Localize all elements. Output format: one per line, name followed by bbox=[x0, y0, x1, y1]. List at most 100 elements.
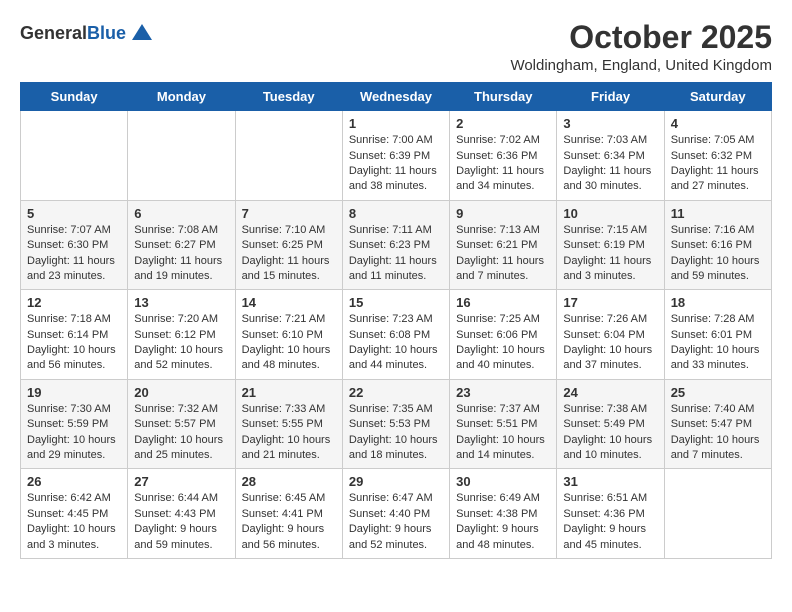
day-number: 26 bbox=[27, 474, 121, 489]
day-info: Sunrise: 7:26 AM Sunset: 6:04 PM Dayligh… bbox=[563, 312, 657, 374]
weekday-header-monday: Monday bbox=[128, 83, 235, 111]
day-number: 23 bbox=[456, 385, 550, 400]
day-number: 16 bbox=[456, 295, 550, 310]
calendar-cell: 17 Sunrise: 7:26 AM Sunset: 6:04 PM Dayli… bbox=[557, 290, 664, 380]
day-number: 14 bbox=[242, 295, 336, 310]
calendar-cell: 18 Sunrise: 7:28 AM Sunset: 6:01 PM Dayli… bbox=[664, 290, 771, 380]
day-number: 13 bbox=[134, 295, 228, 310]
calendar-cell: 20 Sunrise: 7:32 AM Sunset: 5:57 PM Dayli… bbox=[128, 379, 235, 469]
calendar-cell: 1 Sunrise: 7:00 AM Sunset: 6:39 PM Daylig… bbox=[342, 111, 449, 201]
day-info: Sunrise: 7:16 AM Sunset: 6:16 PM Dayligh… bbox=[671, 223, 765, 285]
day-info: Sunrise: 7:37 AM Sunset: 5:51 PM Dayligh… bbox=[456, 402, 550, 464]
calendar-cell: 28 Sunrise: 6:45 AM Sunset: 4:41 PM Dayli… bbox=[235, 469, 342, 559]
day-info: Sunrise: 7:35 AM Sunset: 5:53 PM Dayligh… bbox=[349, 402, 443, 464]
day-info: Sunrise: 6:42 AM Sunset: 4:45 PM Dayligh… bbox=[27, 491, 121, 553]
day-info: Sunrise: 7:10 AM Sunset: 6:25 PM Dayligh… bbox=[242, 223, 336, 285]
calendar-cell: 8Sunrise: 7:11 AM Sunset: 6:23 PM Daylig… bbox=[342, 200, 449, 290]
day-number: 2 bbox=[456, 116, 550, 131]
weekday-header-thursday: Thursday bbox=[450, 83, 557, 111]
logo-general: General bbox=[20, 23, 87, 43]
calendar-cell: 5 Sunrise: 7:07 AM Sunset: 6:30 PM Daylig… bbox=[21, 200, 128, 290]
title-area: October 2025 Woldingham, England, United… bbox=[510, 20, 772, 74]
day-info: Sunrise: 7:25 AM Sunset: 6:06 PM Dayligh… bbox=[456, 312, 550, 374]
day-number: 24 bbox=[563, 385, 657, 400]
day-info: Sunrise: 7:15 AM Sunset: 6:19 PM Dayligh… bbox=[563, 223, 657, 285]
day-info: Sunrise: 6:47 AM Sunset: 4:40 PM Dayligh… bbox=[349, 491, 443, 553]
location-title: Woldingham, England, United Kingdom bbox=[510, 57, 772, 74]
day-number: 31 bbox=[563, 474, 657, 489]
calendar-week-row: 12 Sunrise: 7:18 AM Sunset: 6:14 PM Dayli… bbox=[21, 290, 772, 380]
day-number: 5 bbox=[27, 206, 121, 221]
calendar-week-row: 5 Sunrise: 7:07 AM Sunset: 6:30 PM Daylig… bbox=[21, 200, 772, 290]
day-number: 3 bbox=[563, 116, 657, 131]
calendar-cell bbox=[235, 111, 342, 201]
weekday-header-row: SundayMondayTuesdayWednesdayThursdayFrid… bbox=[21, 83, 772, 111]
calendar-cell bbox=[21, 111, 128, 201]
day-info: Sunrise: 7:23 AM Sunset: 6:08 PM Dayligh… bbox=[349, 312, 443, 374]
calendar-week-row: 1 Sunrise: 7:00 AM Sunset: 6:39 PM Daylig… bbox=[21, 111, 772, 201]
day-info: Sunrise: 7:21 AM Sunset: 6:10 PM Dayligh… bbox=[242, 312, 336, 374]
day-number: 18 bbox=[671, 295, 765, 310]
calendar-cell: 15Sunrise: 7:23 AM Sunset: 6:08 PM Dayli… bbox=[342, 290, 449, 380]
day-info: Sunrise: 7:00 AM Sunset: 6:39 PM Dayligh… bbox=[349, 133, 443, 195]
day-info: Sunrise: 7:20 AM Sunset: 6:12 PM Dayligh… bbox=[134, 312, 228, 374]
day-number: 1 bbox=[349, 116, 443, 131]
day-info: Sunrise: 6:44 AM Sunset: 4:43 PM Dayligh… bbox=[134, 491, 228, 553]
calendar-cell: 21Sunrise: 7:33 AM Sunset: 5:55 PM Dayli… bbox=[235, 379, 342, 469]
calendar-cell: 9 Sunrise: 7:13 AM Sunset: 6:21 PM Daylig… bbox=[450, 200, 557, 290]
calendar-cell: 25 Sunrise: 7:40 AM Sunset: 5:47 PM Dayli… bbox=[664, 379, 771, 469]
day-number: 22 bbox=[349, 385, 443, 400]
calendar-cell: 24 Sunrise: 7:38 AM Sunset: 5:49 PM Dayli… bbox=[557, 379, 664, 469]
day-number: 25 bbox=[671, 385, 765, 400]
calendar-cell: 19 Sunrise: 7:30 AM Sunset: 5:59 PM Dayli… bbox=[21, 379, 128, 469]
day-number: 30 bbox=[456, 474, 550, 489]
day-info: Sunrise: 7:40 AM Sunset: 5:47 PM Dayligh… bbox=[671, 402, 765, 464]
logo-icon bbox=[128, 20, 156, 48]
day-number: 21 bbox=[242, 385, 336, 400]
calendar-cell: 14 Sunrise: 7:21 AM Sunset: 6:10 PM Dayli… bbox=[235, 290, 342, 380]
calendar-cell: 7 Sunrise: 7:10 AM Sunset: 6:25 PM Daylig… bbox=[235, 200, 342, 290]
calendar-cell: 13 Sunrise: 7:20 AM Sunset: 6:12 PM Dayli… bbox=[128, 290, 235, 380]
day-info: Sunrise: 7:07 AM Sunset: 6:30 PM Dayligh… bbox=[27, 223, 121, 285]
day-number: 20 bbox=[134, 385, 228, 400]
day-number: 12 bbox=[27, 295, 121, 310]
day-number: 17 bbox=[563, 295, 657, 310]
day-info: Sunrise: 7:18 AM Sunset: 6:14 PM Dayligh… bbox=[27, 312, 121, 374]
calendar-cell: 26 Sunrise: 6:42 AM Sunset: 4:45 PM Dayli… bbox=[21, 469, 128, 559]
day-number: 7 bbox=[242, 206, 336, 221]
day-info: Sunrise: 7:03 AM Sunset: 6:34 PM Dayligh… bbox=[563, 133, 657, 195]
calendar-cell: 10 Sunrise: 7:15 AM Sunset: 6:19 PM Dayli… bbox=[557, 200, 664, 290]
calendar-cell: 12 Sunrise: 7:18 AM Sunset: 6:14 PM Dayli… bbox=[21, 290, 128, 380]
weekday-header-friday: Friday bbox=[557, 83, 664, 111]
calendar-cell: 3 Sunrise: 7:03 AM Sunset: 6:34 PM Daylig… bbox=[557, 111, 664, 201]
day-number: 8 bbox=[349, 206, 443, 221]
day-info: Sunrise: 7:30 AM Sunset: 5:59 PM Dayligh… bbox=[27, 402, 121, 464]
day-number: 28 bbox=[242, 474, 336, 489]
weekday-header-sunday: Sunday bbox=[21, 83, 128, 111]
calendar-cell bbox=[128, 111, 235, 201]
calendar-table: SundayMondayTuesdayWednesdayThursdayFrid… bbox=[20, 82, 772, 559]
calendar-cell: 30 Sunrise: 6:49 AM Sunset: 4:38 PM Dayli… bbox=[450, 469, 557, 559]
day-info: Sunrise: 7:32 AM Sunset: 5:57 PM Dayligh… bbox=[134, 402, 228, 464]
day-info: Sunrise: 7:13 AM Sunset: 6:21 PM Dayligh… bbox=[456, 223, 550, 285]
calendar-cell: 11Sunrise: 7:16 AM Sunset: 6:16 PM Dayli… bbox=[664, 200, 771, 290]
day-number: 19 bbox=[27, 385, 121, 400]
calendar-cell: 22 Sunrise: 7:35 AM Sunset: 5:53 PM Dayli… bbox=[342, 379, 449, 469]
weekday-header-saturday: Saturday bbox=[664, 83, 771, 111]
day-number: 4 bbox=[671, 116, 765, 131]
day-info: Sunrise: 6:45 AM Sunset: 4:41 PM Dayligh… bbox=[242, 491, 336, 553]
calendar-cell: 16 Sunrise: 7:25 AM Sunset: 6:06 PM Dayli… bbox=[450, 290, 557, 380]
day-info: Sunrise: 7:28 AM Sunset: 6:01 PM Dayligh… bbox=[671, 312, 765, 374]
day-info: Sunrise: 7:38 AM Sunset: 5:49 PM Dayligh… bbox=[563, 402, 657, 464]
calendar-cell: 6Sunrise: 7:08 AM Sunset: 6:27 PM Daylig… bbox=[128, 200, 235, 290]
calendar-cell: 29Sunrise: 6:47 AM Sunset: 4:40 PM Dayli… bbox=[342, 469, 449, 559]
calendar-cell: 2Sunrise: 7:02 AM Sunset: 6:36 PM Daylig… bbox=[450, 111, 557, 201]
calendar-week-row: 19 Sunrise: 7:30 AM Sunset: 5:59 PM Dayli… bbox=[21, 379, 772, 469]
day-info: Sunrise: 6:51 AM Sunset: 4:36 PM Dayligh… bbox=[563, 491, 657, 553]
day-number: 10 bbox=[563, 206, 657, 221]
day-number: 9 bbox=[456, 206, 550, 221]
page-header: GeneralBlue October 2025 Woldingham, Eng… bbox=[20, 20, 772, 74]
calendar-cell: 31 Sunrise: 6:51 AM Sunset: 4:36 PM Dayli… bbox=[557, 469, 664, 559]
logo: GeneralBlue bbox=[20, 20, 156, 48]
day-info: Sunrise: 6:49 AM Sunset: 4:38 PM Dayligh… bbox=[456, 491, 550, 553]
